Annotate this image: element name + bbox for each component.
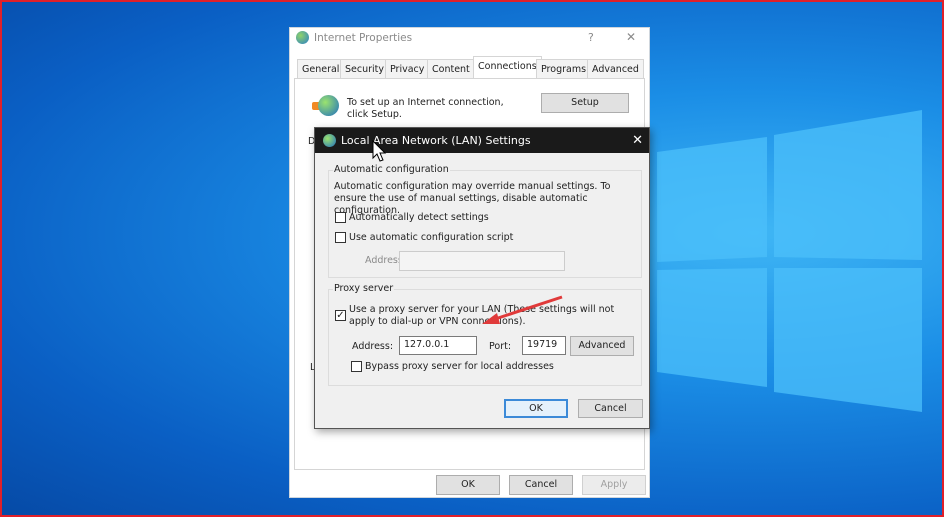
mouse-cursor-icon bbox=[372, 140, 387, 162]
arrow-line bbox=[491, 295, 563, 322]
arrow-head bbox=[482, 313, 500, 324]
annotation-arrow bbox=[482, 295, 563, 324]
